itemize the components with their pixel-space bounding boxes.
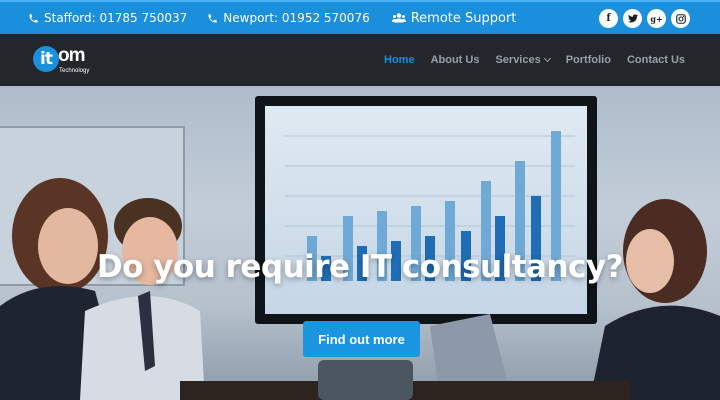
twitter-icon[interactable]: [623, 9, 642, 28]
google-plus-icon[interactable]: g+: [647, 9, 666, 28]
nav-item-label: Home: [384, 54, 415, 66]
nav-item-about-us[interactable]: About Us: [431, 54, 480, 66]
logo-mark: it: [33, 46, 59, 72]
nav-item-home[interactable]: Home: [384, 54, 415, 66]
stafford-phone-label: Stafford: 01785 750037: [44, 11, 188, 25]
newport-phone[interactable]: Newport: 01952 570076: [207, 11, 370, 25]
find-out-more-button[interactable]: Find out more: [303, 321, 420, 357]
nav-item-label: Contact Us: [626, 54, 685, 66]
main-navbar: it om Technology Home About Us Services …: [0, 34, 720, 86]
logo-name: om: [58, 45, 85, 66]
stafford-phone[interactable]: Stafford: 01785 750037: [28, 11, 187, 25]
nav-item-portfolio[interactable]: Portfolio: [566, 54, 611, 66]
users-icon: [391, 13, 406, 23]
newport-phone-label: Newport: 01952 570076: [223, 11, 370, 25]
logo-tagline: Technology: [59, 68, 90, 74]
nav-item-label: Services: [495, 54, 541, 66]
top-contact-bar: Stafford: 01785 750037 Newport: 01952 57…: [0, 0, 720, 34]
nav-item-services[interactable]: Services: [495, 54, 551, 66]
nav-menu: Home About Us Services Portfolio Contact…: [384, 34, 685, 86]
nav-item-contact-us[interactable]: Contact Us: [627, 54, 685, 66]
remote-support-link[interactable]: Remote Support: [391, 10, 517, 26]
itom-logo[interactable]: it om Technology: [33, 43, 93, 79]
chevron-down-icon: [543, 54, 551, 63]
facebook-icon[interactable]: f: [599, 9, 618, 28]
hero-banner: Do you require IT consultancy? Find out …: [0, 86, 720, 400]
nav-item-label: About Us: [430, 54, 480, 66]
nav-item-label: Portfolio: [565, 54, 611, 66]
phone-icon: [29, 13, 38, 23]
instagram-icon[interactable]: [671, 9, 690, 28]
hero-headline: Do you require IT consultancy?: [96, 249, 624, 285]
phone-icon: [208, 13, 217, 23]
social-links: f g+: [599, 9, 690, 28]
remote-support-label: Remote Support: [410, 10, 517, 26]
